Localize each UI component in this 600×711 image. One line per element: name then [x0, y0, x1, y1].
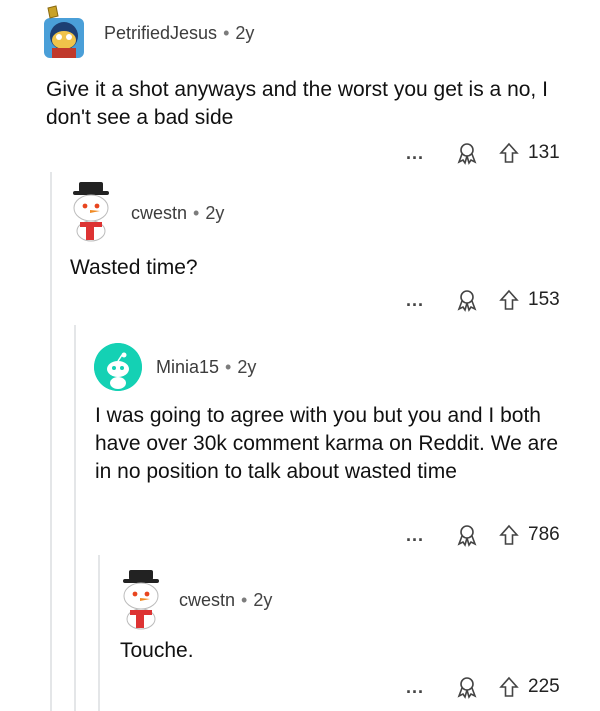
award-button[interactable]: [454, 287, 480, 313]
vote-count: 786: [528, 524, 560, 545]
comment-age: 2y: [235, 23, 255, 43]
comment-actions: ... 786: [406, 520, 560, 550]
username[interactable]: cwestn: [179, 590, 235, 610]
comment-header: cwestn • 2y: [179, 590, 272, 611]
comment-header: Minia15 • 2y: [156, 357, 256, 378]
upvote-arrow-icon: [499, 289, 519, 310]
thread-line-level-2: [74, 325, 76, 711]
thread-line-level-1: [50, 172, 52, 711]
vote-count: 131: [528, 142, 560, 163]
upvote-arrow-icon: [499, 142, 519, 163]
comment-text: I was going to agree with you but you an…: [95, 404, 558, 483]
comment-actions: ... 153: [406, 285, 560, 315]
award-button[interactable]: [454, 140, 480, 166]
upvote-button[interactable]: [498, 141, 520, 165]
snoo-snowman-avatar-icon: [73, 182, 109, 242]
award-icon: [457, 290, 477, 312]
username[interactable]: PetrifiedJesus: [104, 23, 217, 43]
more-options-button[interactable]: ...: [406, 525, 446, 546]
separator-dot: •: [241, 590, 248, 610]
upvote-arrow-icon: [499, 524, 519, 545]
award-icon: [457, 677, 477, 699]
upvote-button[interactable]: [498, 288, 520, 312]
comment-text: Touche.: [120, 639, 194, 662]
award-icon: [457, 143, 477, 165]
avatar[interactable]: [38, 4, 90, 60]
separator-dot: •: [193, 203, 200, 223]
avatar[interactable]: [94, 343, 142, 391]
vote-count: 153: [528, 289, 560, 310]
avatar[interactable]: [116, 568, 166, 630]
award-button[interactable]: [454, 674, 480, 700]
separator-dot: •: [223, 23, 230, 43]
snoo-snowman-avatar-icon: [123, 570, 159, 630]
comment-actions: ... 131: [406, 138, 560, 168]
upvote-button[interactable]: [498, 675, 520, 699]
username[interactable]: cwestn: [131, 203, 187, 223]
username[interactable]: Minia15: [156, 357, 219, 377]
user-avatar-icon: [44, 5, 84, 58]
avatar[interactable]: [66, 180, 116, 242]
more-options-button[interactable]: ...: [406, 677, 446, 698]
award-icon: [457, 525, 477, 547]
thread-line-level-3: [98, 555, 100, 711]
upvote-button[interactable]: [498, 523, 520, 547]
vote-count: 225: [528, 676, 560, 697]
comment-header: PetrifiedJesus • 2y: [104, 23, 254, 44]
more-options-button[interactable]: ...: [406, 143, 446, 164]
separator-dot: •: [225, 357, 232, 377]
more-options-button[interactable]: ...: [406, 290, 446, 311]
award-button[interactable]: [454, 522, 480, 548]
comment-actions: ... 225: [406, 672, 560, 702]
upvote-arrow-icon: [499, 676, 519, 697]
comment-text: Wasted time?: [70, 256, 198, 279]
comment-header: cwestn • 2y: [131, 203, 224, 224]
comment-age: 2y: [253, 590, 273, 610]
comment-text: Give it a shot anyways and the worst you…: [46, 78, 548, 129]
comment-age: 2y: [205, 203, 225, 223]
comment-age: 2y: [237, 357, 257, 377]
snoo-avatar-icon: [94, 343, 142, 391]
